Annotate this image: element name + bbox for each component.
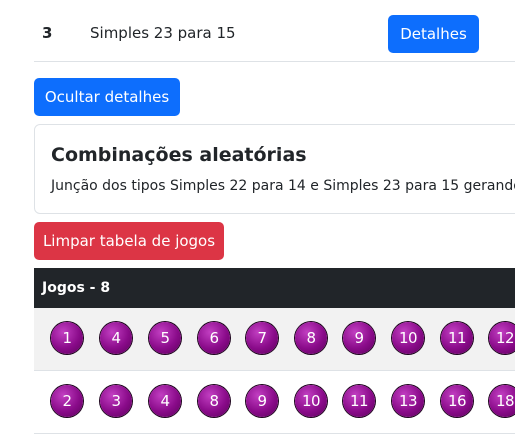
games-count-label: Jogos - 8 (42, 280, 111, 296)
card-title: Combinações aleatórias (51, 144, 307, 166)
number-ball: 12 (489, 322, 515, 354)
number-ball: 2 (51, 385, 83, 417)
number-ball: 8 (295, 322, 327, 354)
number-ball: 9 (343, 322, 375, 354)
number-ball: 4 (149, 385, 181, 417)
number-ball: 18 (489, 385, 515, 417)
number-ball: 13 (392, 385, 424, 417)
clear-games-button[interactable]: Limpar tabela de jogos (34, 222, 224, 260)
card-text: Junção dos tipos Simples 22 para 14 e Si… (51, 178, 515, 194)
number-ball: 10 (295, 385, 327, 417)
number-ball: 11 (343, 385, 375, 417)
number-ball: 10 (392, 322, 424, 354)
row-number: 3 (42, 24, 53, 42)
number-ball: 8 (198, 385, 230, 417)
number-ball: 7 (246, 322, 278, 354)
number-ball: 16 (441, 385, 473, 417)
game-row: 1 4 5 6 7 8 9 10 11 12 (34, 308, 515, 371)
hide-details-button[interactable]: Ocultar detalhes (34, 78, 180, 116)
table-row: 3 Simples 23 para 15 Detalhes (34, 0, 515, 62)
row-type-label: Simples 23 para 15 (90, 24, 236, 42)
number-ball: 9 (246, 385, 278, 417)
details-card: Combinações aleatórias Junção dos tipos … (34, 124, 515, 214)
number-ball: 4 (100, 322, 132, 354)
games-table: Jogos - 8 1 4 5 6 7 8 9 10 11 12 2 3 4 8… (34, 268, 515, 434)
number-ball: 11 (441, 322, 473, 354)
number-ball: 1 (51, 322, 83, 354)
number-ball: 5 (149, 322, 181, 354)
game-row: 2 3 4 8 9 10 11 13 16 18 (34, 371, 515, 434)
number-ball: 6 (198, 322, 230, 354)
details-button[interactable]: Detalhes (388, 15, 479, 53)
games-table-header: Jogos - 8 (34, 268, 515, 308)
number-ball: 3 (100, 385, 132, 417)
